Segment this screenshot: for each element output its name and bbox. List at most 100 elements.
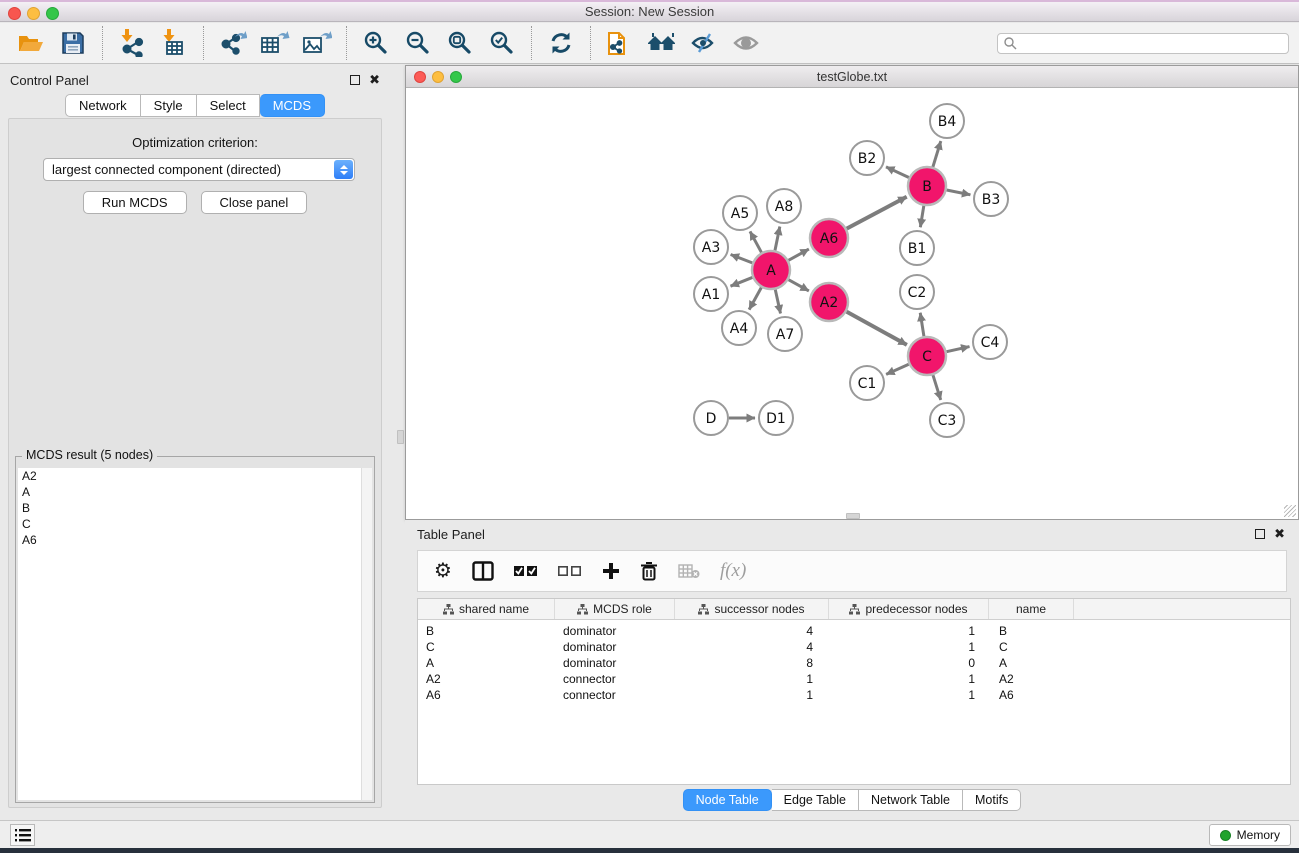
table-row[interactable]: A6connector11A6: [418, 687, 1290, 703]
result-item[interactable]: C: [18, 516, 372, 532]
tab-network-table[interactable]: Network Table: [859, 789, 963, 811]
zoom-selected-icon[interactable]: [486, 27, 518, 59]
graph-edge-C-C3[interactable]: [933, 375, 941, 400]
search-field[interactable]: [997, 33, 1289, 54]
close-window-button[interactable]: [8, 7, 21, 20]
network-minimize-button[interactable]: [432, 71, 444, 83]
table-row[interactable]: Cdominator41C: [418, 639, 1290, 655]
graph-node-A5[interactable]: A5: [723, 196, 757, 230]
refresh-icon[interactable]: [545, 27, 577, 59]
float-table-panel-icon[interactable]: [1255, 529, 1265, 539]
window-resize-grip[interactable]: [1284, 505, 1296, 517]
open-session-icon[interactable]: [15, 27, 47, 59]
graph-node-B2[interactable]: B2: [850, 141, 884, 175]
unselect-all-columns-icon[interactable]: [558, 565, 582, 577]
close-panel-button[interactable]: Close panel: [201, 191, 308, 214]
column-header-successor-nodes[interactable]: successor nodes: [675, 599, 829, 619]
export-table-icon[interactable]: [259, 27, 291, 59]
float-panel-icon[interactable]: [350, 75, 360, 85]
graph-edge-B-B3[interactable]: [947, 190, 971, 195]
tab-node-table[interactable]: Node Table: [683, 789, 772, 811]
zoom-out-icon[interactable]: [402, 27, 434, 59]
graph-edge-A6-B[interactable]: [847, 197, 907, 229]
table-row[interactable]: Adominator80A: [418, 655, 1290, 671]
criterion-dropdown[interactable]: largest connected component (directed): [43, 158, 355, 181]
graph-node-C2[interactable]: C2: [900, 275, 934, 309]
graph-node-A8[interactable]: A8: [767, 189, 801, 223]
close-table-panel-icon[interactable]: ✖: [1274, 529, 1285, 539]
result-item[interactable]: A6: [18, 532, 372, 548]
column-header-name[interactable]: name: [989, 599, 1074, 619]
graph-node-B3[interactable]: B3: [974, 182, 1008, 216]
delete-column-icon[interactable]: [640, 561, 658, 581]
close-panel-icon[interactable]: ✖: [369, 75, 380, 85]
graph-edge-C-C4[interactable]: [947, 347, 970, 352]
home-icon[interactable]: [646, 27, 678, 59]
tab-select[interactable]: Select: [197, 94, 260, 117]
search-input[interactable]: [1018, 35, 1288, 52]
graph-edge-A-A4[interactable]: [749, 288, 761, 310]
tab-style[interactable]: Style: [141, 94, 197, 117]
graph-node-A[interactable]: A: [752, 251, 790, 289]
graph-node-C3[interactable]: C3: [930, 403, 964, 437]
graph-edge-C-C2[interactable]: [920, 313, 924, 336]
graph-node-A6[interactable]: A6: [810, 219, 848, 257]
export-image-icon[interactable]: [301, 27, 333, 59]
result-item[interactable]: A: [18, 484, 372, 500]
graph-node-B[interactable]: B: [908, 167, 946, 205]
result-scrollbar[interactable]: [361, 468, 372, 800]
column-header-shared-name[interactable]: shared name: [418, 599, 555, 619]
tab-mcds[interactable]: MCDS: [260, 94, 325, 117]
settings-gear-icon[interactable]: ⚙: [434, 561, 452, 581]
graph-node-C1[interactable]: C1: [850, 366, 884, 400]
graph-edge-A-A7[interactable]: [775, 290, 780, 314]
graph-node-A7[interactable]: A7: [768, 317, 802, 351]
graph-edge-A-A8[interactable]: [775, 227, 780, 251]
graph-edge-A-A2[interactable]: [789, 280, 809, 291]
graph-node-D[interactable]: D: [694, 401, 728, 435]
toggle-graphics-details-icon[interactable]: [688, 27, 720, 59]
network-canvas[interactable]: B4B2BB3A5A8A6B1A3AA1C2A2A4A7C4CC1C3DD1: [406, 88, 1298, 519]
minimize-window-button[interactable]: [27, 7, 40, 20]
show-hide-icon[interactable]: [730, 27, 762, 59]
graph-node-A3[interactable]: A3: [694, 230, 728, 264]
memory-button[interactable]: Memory: [1209, 824, 1291, 846]
graph-edge-A-A5[interactable]: [750, 231, 761, 252]
graph-node-D1[interactable]: D1: [759, 401, 793, 435]
graph-edge-C-C1[interactable]: [886, 364, 909, 374]
graph-node-A2[interactable]: A2: [810, 283, 848, 321]
result-item[interactable]: B: [18, 500, 372, 516]
vertical-splitter-handle[interactable]: [397, 430, 404, 444]
new-network-document-icon[interactable]: [604, 27, 636, 59]
graph-node-A1[interactable]: A1: [694, 277, 728, 311]
tab-network[interactable]: Network: [65, 94, 141, 117]
delete-table-icon[interactable]: [678, 563, 700, 579]
import-network-icon[interactable]: [116, 27, 148, 59]
show-column-icon[interactable]: [472, 561, 494, 581]
zoom-in-icon[interactable]: [360, 27, 392, 59]
graph-edge-A-A1[interactable]: [730, 277, 752, 286]
add-column-icon[interactable]: [602, 562, 620, 580]
graph-edge-A-A6[interactable]: [789, 249, 809, 260]
tab-motifs[interactable]: Motifs: [963, 789, 1021, 811]
horizontal-splitter-handle[interactable]: [846, 513, 860, 519]
graph-node-B4[interactable]: B4: [930, 104, 964, 138]
graph-node-B1[interactable]: B1: [900, 231, 934, 265]
table-row[interactable]: Bdominator41B: [418, 623, 1290, 639]
result-item[interactable]: A2: [18, 468, 372, 484]
network-window-titlebar[interactable]: testGlobe.txt: [406, 66, 1298, 88]
network-close-button[interactable]: [414, 71, 426, 83]
graph-edge-B-B1[interactable]: [920, 206, 923, 228]
graph-edge-B-B4[interactable]: [933, 141, 941, 167]
import-table-icon[interactable]: [158, 27, 190, 59]
node-table[interactable]: shared name MCDS role successor nodes pr…: [417, 598, 1291, 785]
run-mcds-button[interactable]: Run MCDS: [83, 191, 187, 214]
mcds-result-list[interactable]: A2ABCA6: [18, 468, 372, 800]
zoom-window-button[interactable]: [46, 7, 59, 20]
column-header-mcds-role[interactable]: MCDS role: [555, 599, 675, 619]
network-zoom-button[interactable]: [450, 71, 462, 83]
task-history-button[interactable]: [10, 824, 35, 846]
graph-node-C4[interactable]: C4: [973, 325, 1007, 359]
table-row[interactable]: A2connector11A2: [418, 671, 1290, 687]
column-header-predecessor-nodes[interactable]: predecessor nodes: [829, 599, 989, 619]
